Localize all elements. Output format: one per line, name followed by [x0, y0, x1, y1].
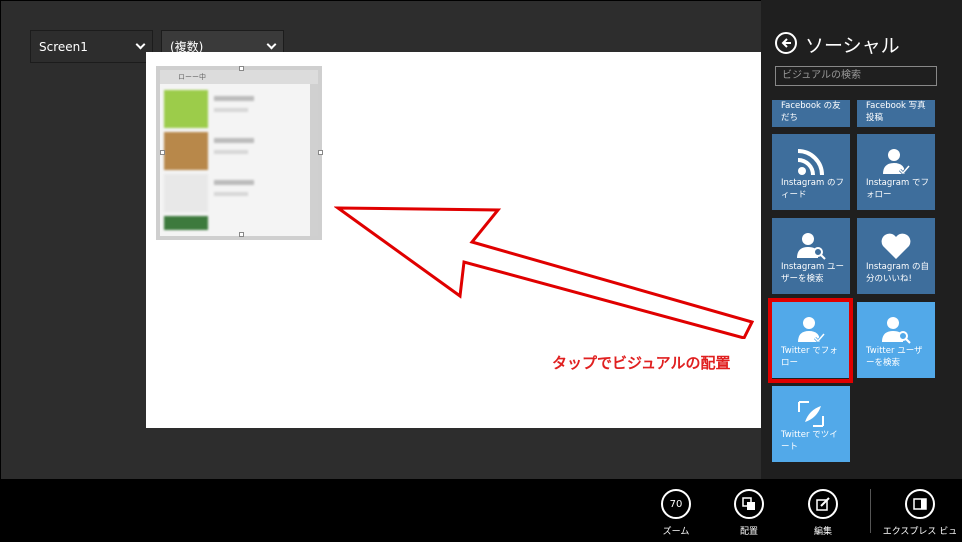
tile-twitter-tweet[interactable]: Twitter でツイート: [772, 386, 850, 462]
tile-label: Twitter でツイート: [781, 430, 838, 452]
edit-icon: [816, 497, 830, 511]
back-button[interactable]: [775, 32, 797, 54]
chevron-down-icon: [135, 39, 146, 50]
arrange-icon: [742, 497, 755, 510]
edit-label: 編集: [813, 527, 832, 537]
screen-dropdown-value: Screen1: [39, 39, 88, 54]
annotation-arrow: [334, 206, 754, 339]
arrange-button[interactable]: 配置: [714, 489, 784, 537]
item-title: [214, 96, 254, 101]
thumbnail: [164, 90, 208, 128]
gallery-control[interactable]: ローー中: [156, 66, 322, 240]
thumbnail: [164, 132, 208, 170]
highlight-box: [768, 298, 853, 383]
panel-title: ソーシャル: [805, 35, 900, 57]
thumbnail: [164, 174, 208, 212]
tile-label: Twitter ユーザーを検索: [866, 346, 923, 368]
zoom-label: ズーム: [662, 527, 690, 537]
item-subtitle: [214, 150, 248, 154]
user-search-icon: [797, 233, 826, 260]
divider: [870, 489, 871, 533]
gallery-item[interactable]: [164, 216, 304, 230]
zoom-button[interactable]: 70 ズーム: [641, 489, 711, 537]
resize-handle[interactable]: [160, 150, 165, 155]
tile-label: Facebook 写真投稿: [866, 101, 926, 123]
zoom-value: 70: [661, 489, 691, 519]
item-subtitle: [214, 108, 248, 112]
resize-handle[interactable]: [318, 150, 323, 155]
tile-label: Instagram でフォロー: [866, 178, 929, 200]
annotation-text: タップでビジュアルの配置: [552, 354, 731, 372]
item-title: [214, 180, 254, 185]
resize-handle[interactable]: [239, 232, 244, 237]
gallery-header: ローー中: [160, 70, 318, 84]
item-subtitle: [214, 192, 248, 196]
tile-label: Facebook の友だち: [781, 101, 841, 123]
item-title: [214, 138, 254, 143]
gallery-item[interactable]: [164, 174, 304, 214]
visual-search-input[interactable]: ビジュアルの検索: [775, 66, 937, 86]
user-check-icon: [883, 149, 911, 176]
tile-instagram-my-likes[interactable]: Instagram の自分のいいね!: [857, 218, 935, 294]
express-view-button[interactable]: エクスプレス ビュー: [880, 489, 960, 542]
tile-twitter-user-search[interactable]: Twitter ユーザーを検索: [857, 302, 935, 378]
express-view-label: エクスプレス ビュー: [882, 527, 958, 542]
gallery-item[interactable]: [164, 132, 304, 172]
user-search-icon: [882, 317, 911, 344]
arrow-left-icon: [781, 38, 791, 48]
thumbnail: [164, 216, 208, 230]
chevron-down-icon: [266, 39, 277, 50]
rss-icon: [797, 149, 824, 176]
tile-label: Instagram の自分のいいね!: [866, 262, 929, 284]
resize-handle[interactable]: [239, 66, 244, 71]
heart-icon: [881, 233, 911, 259]
express-view-icon: [913, 498, 927, 510]
tile-instagram-feed[interactable]: Instagram のフィード: [772, 134, 850, 210]
tile-label: Instagram ユーザーを検索: [781, 262, 844, 284]
tile-facebook-friends[interactable]: Facebook の友だち: [772, 100, 850, 127]
gallery-item[interactable]: [164, 90, 304, 130]
screen-dropdown[interactable]: Screen1: [30, 30, 153, 63]
tile-instagram-user-search[interactable]: Instagram ユーザーを検索: [772, 218, 850, 294]
arrange-label: 配置: [739, 527, 758, 537]
app-bar: 70 ズーム 配置 編集 エクスプレス ビュー: [0, 479, 962, 542]
tile-label: Instagram のフィード: [781, 178, 844, 200]
tile-instagram-follow[interactable]: Instagram でフォロー: [857, 134, 935, 210]
tile-facebook-photo-post[interactable]: Facebook 写真投稿: [857, 100, 935, 127]
social-panel: ソーシャル ビジュアルの検索 Facebook の友だち Facebook 写真…: [761, 0, 962, 479]
edit-button[interactable]: 編集: [788, 489, 858, 537]
tweet-icon: [798, 401, 824, 427]
gallery-scrollbar[interactable]: [310, 84, 318, 236]
